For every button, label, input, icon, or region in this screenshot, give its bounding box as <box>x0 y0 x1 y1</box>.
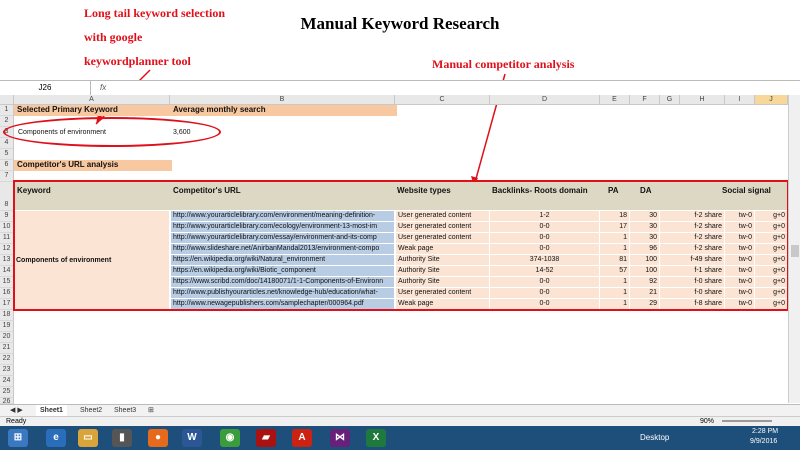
scrollbar-thumb[interactable] <box>791 245 799 257</box>
row-header-21[interactable]: 21 <box>0 343 14 354</box>
firefox-icon[interactable]: ● <box>148 429 168 447</box>
excel-icon[interactable]: X <box>366 429 386 447</box>
column-header-a[interactable]: A <box>14 95 170 105</box>
tab-nav-arrows[interactable]: ◀ ▶ <box>6 405 27 416</box>
book-icon[interactable]: ▮ <box>112 429 132 447</box>
row-header-13[interactable]: 13 <box>0 255 14 266</box>
highlight-ellipse <box>3 117 221 147</box>
row-header-12[interactable]: 12 <box>0 244 14 255</box>
row-header-18[interactable]: 18 <box>0 310 14 321</box>
taskbar: ⊞ e ▭ ▮ ● W ◉ ▰ A ⋈ X Desktop 2:28 PM 9/… <box>0 426 800 450</box>
visual-studio-icon[interactable]: ⋈ <box>330 429 350 447</box>
row-header-20[interactable]: 20 <box>0 332 14 343</box>
column-header-j[interactable]: J <box>755 95 788 105</box>
row-header-23[interactable]: 23 <box>0 365 14 376</box>
vertical-scrollbar[interactable] <box>788 95 800 403</box>
tab-sheet3[interactable]: Sheet3 <box>110 405 140 416</box>
column-header-d[interactable]: D <box>490 95 600 105</box>
folder-icon[interactable]: ▭ <box>78 429 98 447</box>
column-header-e[interactable]: E <box>600 95 630 105</box>
zoom-slider[interactable] <box>722 420 772 422</box>
row-header-19[interactable]: 19 <box>0 321 14 332</box>
row-header-15[interactable]: 15 <box>0 277 14 288</box>
column-header-f[interactable]: F <box>630 95 660 105</box>
column-header-h[interactable]: H <box>680 95 725 105</box>
row-header-22[interactable]: 22 <box>0 354 14 365</box>
new-sheet-icon[interactable]: ⊞ <box>144 405 158 416</box>
red-book-icon[interactable]: ▰ <box>256 429 276 447</box>
column-header-b[interactable]: B <box>170 95 395 105</box>
row-header-8[interactable]: 8 <box>0 182 14 211</box>
column-header-i[interactable]: I <box>725 95 755 105</box>
fx-icon[interactable]: fx <box>100 81 130 95</box>
start-windows-icon[interactable]: ⊞ <box>8 429 28 447</box>
column-header-g[interactable]: G <box>660 95 680 105</box>
row-header-9[interactable]: 9 <box>0 211 14 222</box>
row-header-7[interactable]: 7 <box>0 171 14 182</box>
row-header-1[interactable]: 1 <box>0 105 14 116</box>
row-header-10[interactable]: 10 <box>0 222 14 233</box>
row-header-11[interactable]: 11 <box>0 233 14 244</box>
row-header-24[interactable]: 24 <box>0 376 14 387</box>
spreadsheet-grid[interactable]: A B C D E F G H I J 1 2 3 4 5 6 7 8 9 10… <box>0 95 789 404</box>
taskbar-desktop-label[interactable]: Desktop <box>640 433 669 442</box>
chrome-icon[interactable]: ◉ <box>220 429 240 447</box>
competitor-table-highlight <box>13 180 789 311</box>
row-header-16[interactable]: 16 <box>0 288 14 299</box>
row-header-17[interactable]: 17 <box>0 299 14 310</box>
row-header-6[interactable]: 6 <box>0 160 14 171</box>
word-icon[interactable]: W <box>182 429 202 447</box>
taskbar-time: 2:28 PM <box>752 428 779 435</box>
row-header-25[interactable]: 25 <box>0 387 14 398</box>
competitor-url-analysis-label[interactable]: Competitor's URL analysis <box>14 160 172 171</box>
row-header-5[interactable]: 5 <box>0 149 14 160</box>
tab-sheet2[interactable]: Sheet2 <box>76 405 106 416</box>
avg-monthly-search-label[interactable]: Average monthly search <box>170 105 397 116</box>
taskbar-date: 9/9/2016 <box>750 438 778 445</box>
row-header-4[interactable]: 4 <box>0 138 14 149</box>
ie-icon[interactable]: e <box>46 429 66 447</box>
column-header-c[interactable]: C <box>395 95 490 105</box>
select-all-corner[interactable] <box>0 95 14 105</box>
acrobat-icon[interactable]: A <box>292 429 312 447</box>
row-header-14[interactable]: 14 <box>0 266 14 277</box>
name-box[interactable]: J26 <box>0 81 91 95</box>
selected-primary-keyword-label[interactable]: Selected Primary Keyword <box>14 105 172 116</box>
formula-bar: J26 fx <box>0 80 800 96</box>
